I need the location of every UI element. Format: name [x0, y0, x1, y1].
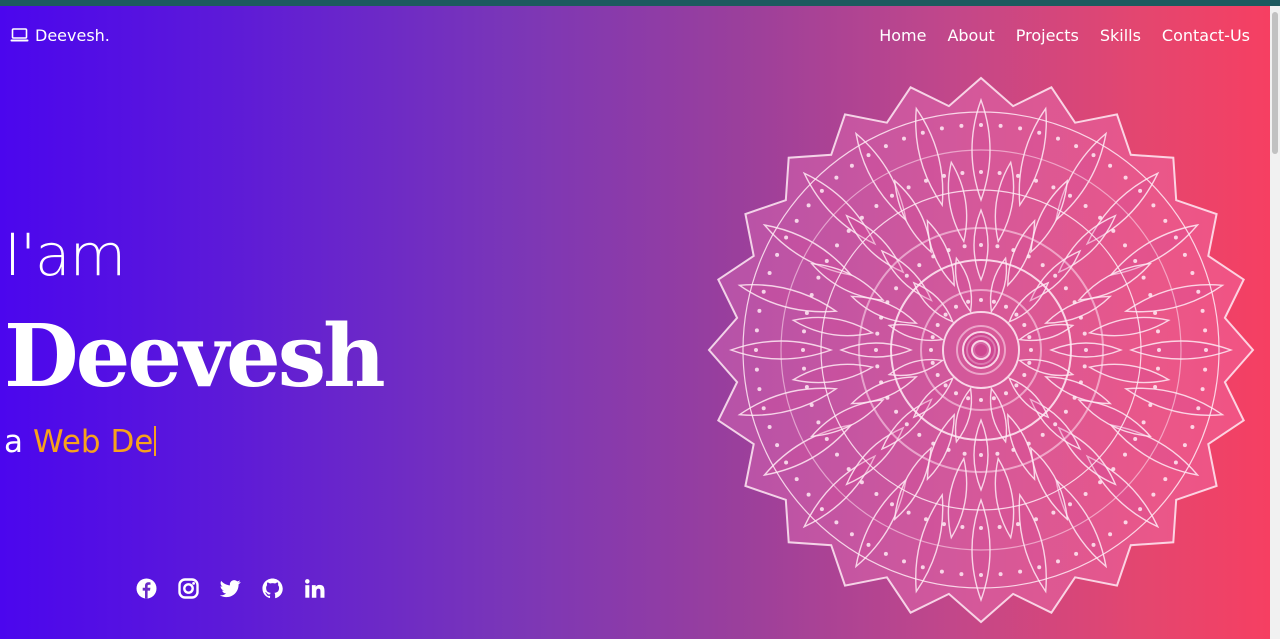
nav-about[interactable]: About: [947, 26, 994, 45]
nav-projects[interactable]: Projects: [1016, 26, 1079, 45]
scrollbar-thumb[interactable]: [1272, 12, 1278, 154]
brand-logo[interactable]: Deevesh.: [10, 26, 110, 45]
role-typed-text: Web De: [33, 424, 154, 460]
laptop-icon: [10, 28, 29, 43]
role-prefix: a: [4, 424, 23, 460]
instagram-icon[interactable]: [178, 578, 199, 599]
nav-skills[interactable]: Skills: [1100, 26, 1141, 45]
hero-greeting: I'am: [4, 221, 126, 289]
nav-contact-us[interactable]: Contact-Us: [1162, 26, 1250, 45]
social-links: [136, 578, 325, 599]
github-icon[interactable]: [262, 578, 283, 599]
main-nav: Home About Projects Skills Contact-Us: [879, 26, 1250, 45]
mandala-illustration: [707, 76, 1255, 624]
typing-caret: [154, 426, 157, 456]
facebook-icon[interactable]: [136, 578, 157, 599]
linkedin-icon[interactable]: [304, 578, 325, 599]
hero-text: I'am Deevesh a Web De: [4, 221, 386, 460]
hero-section: Deevesh. Home About Projects Skills Cont…: [0, 6, 1270, 639]
twitter-icon[interactable]: [220, 578, 241, 599]
hero-role: a Web De: [4, 422, 383, 460]
hero-name: Deevesh: [4, 306, 386, 407]
page-scrollbar[interactable]: [1270, 6, 1280, 639]
nav-home[interactable]: Home: [879, 26, 926, 45]
brand-name: Deevesh.: [35, 26, 110, 45]
